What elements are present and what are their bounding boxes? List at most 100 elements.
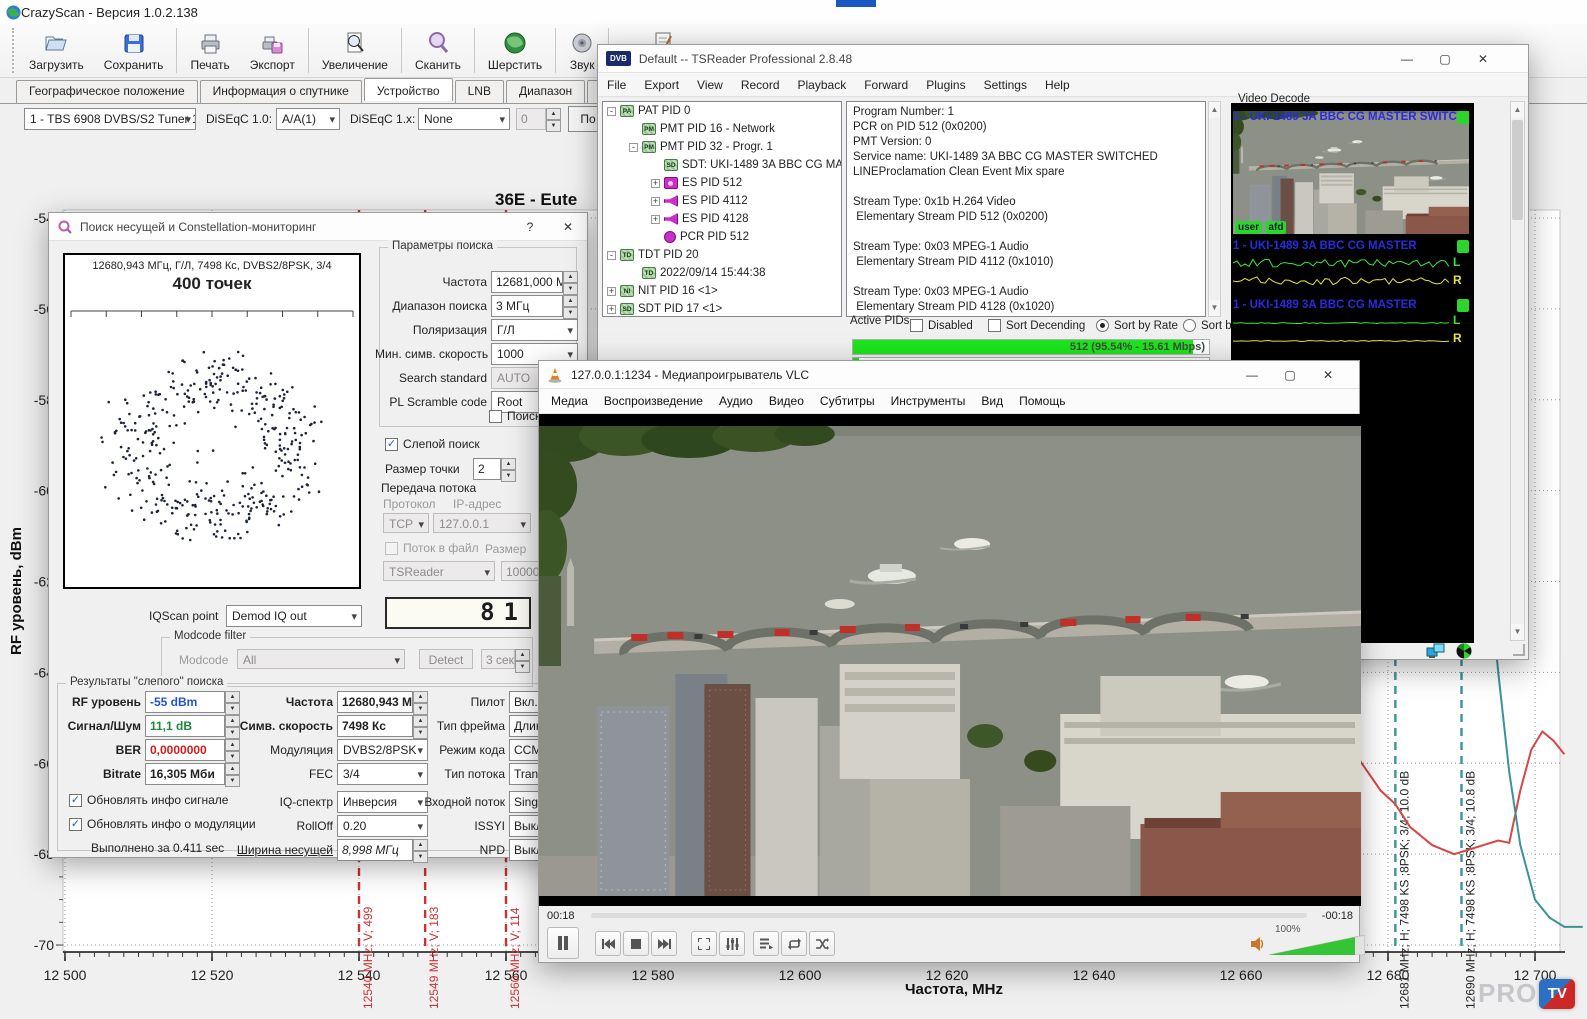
load-button[interactable]: Загрузить (19, 24, 94, 77)
update-signal-checkbox[interactable]: ✓Обновлять инфо сигнале (69, 793, 228, 807)
detect-interval-spinner[interactable]: ▲▼ (515, 649, 530, 669)
tree-expander[interactable]: - (629, 143, 638, 152)
menu-item[interactable]: File (598, 75, 635, 95)
disabled-checkbox[interactable]: Disabled (910, 319, 973, 332)
minimize-button[interactable]: — (1233, 364, 1271, 386)
pinwheel-status-icon[interactable] (1456, 643, 1472, 659)
tree-item[interactable]: PCR PID 512 (603, 228, 841, 246)
menu-item[interactable]: Воспроизведение (596, 391, 711, 411)
close-button[interactable]: ✕ (549, 216, 587, 238)
stop-button[interactable] (623, 931, 649, 956)
tree-item[interactable]: - TD TDT PID 20 (603, 246, 841, 264)
diseqc10-select[interactable]: A/A(1) (276, 108, 340, 130)
point-size-field[interactable]: 2 (473, 458, 501, 480)
tree-item[interactable]: PM PMT PID 16 - Network (603, 120, 841, 138)
search-checkbox[interactable]: Поиск (489, 409, 540, 423)
tree-item[interactable]: + ES PID 4128 (603, 210, 841, 228)
close-button[interactable]: ✕ (1464, 48, 1502, 70)
stream-format-select[interactable]: TSReader (383, 561, 495, 581)
tree-expander[interactable]: - (607, 107, 616, 116)
scroll-up-icon[interactable]: ▲ (1511, 102, 1524, 118)
tree-item[interactable]: + ES PID 4112 (603, 192, 841, 210)
tree-item[interactable]: TD 2022/09/14 15:44:38 (603, 264, 841, 282)
resize-grip[interactable] (1513, 644, 1525, 656)
port-field[interactable]: 0 (516, 108, 546, 130)
range-spinner[interactable]: ▲▼ (563, 295, 578, 317)
detect-interval-field[interactable]: 3 сек (481, 649, 515, 669)
tree-expander[interactable]: + (651, 197, 660, 206)
help-button[interactable]: ? (511, 216, 549, 238)
tab[interactable]: Устройство (364, 78, 453, 101)
pause-button[interactable] (547, 927, 579, 959)
sort-by-rate-radio[interactable]: Sort by Rate (1096, 319, 1178, 332)
video-area[interactable] (539, 414, 1361, 906)
tab[interactable]: Географическое положение (16, 80, 198, 103)
tree-expander[interactable]: + (651, 179, 660, 188)
tree-expander[interactable]: + (651, 215, 660, 224)
menu-item[interactable]: Вид (973, 391, 1011, 411)
scroll-up-icon[interactable]: ▲ (1209, 102, 1220, 118)
tree-item[interactable]: + SD SDT PID 17 <1> (603, 300, 841, 317)
extended-settings-button[interactable] (719, 931, 745, 956)
tree-expander[interactable]: - (607, 251, 616, 260)
network-monitors-icon[interactable] (1426, 643, 1446, 659)
next-button[interactable] (651, 931, 677, 956)
menu-item[interactable]: Settings (975, 75, 1036, 95)
modcode-select[interactable]: All (237, 649, 405, 669)
loop-button[interactable] (781, 931, 807, 956)
carrier-width-label[interactable]: Ширина несущей (227, 843, 333, 857)
modulation-select[interactable]: DVBS2/8PSK (337, 739, 428, 761)
menu-item[interactable]: Аудио (711, 391, 761, 411)
freq-field[interactable]: 12681,000 МГц (491, 271, 563, 293)
diseqc1x-select[interactable]: None (418, 108, 510, 130)
tree-expander[interactable]: + (607, 305, 616, 314)
tab[interactable]: LNB (455, 80, 504, 103)
iqscan-select[interactable]: Demod IQ out (226, 605, 362, 627)
tree-item[interactable]: - PM PMT PID 32 - Progr. 1 (603, 138, 841, 156)
playlist-button[interactable] (753, 931, 779, 956)
menu-item[interactable]: Forward (855, 75, 917, 95)
fullscreen-button[interactable] (691, 931, 717, 956)
menu-item[interactable]: Plugins (917, 75, 974, 95)
freq-spinner[interactable]: ▲▼ (563, 271, 578, 293)
port-spinner[interactable]: ▲▼ (546, 108, 561, 130)
info-scrollbar[interactable]: ▲ ▼ (1208, 101, 1221, 317)
menu-item[interactable]: Субтитры (812, 391, 883, 411)
update-modulation-checkbox[interactable]: ✓Обновлять инфо о модуляции (69, 817, 256, 831)
stream-to-file-checkbox[interactable]: Поток в файл (385, 541, 479, 555)
protocol-select[interactable]: TCP (383, 513, 429, 533)
random-button[interactable] (809, 931, 835, 956)
menu-item[interactable]: Export (635, 75, 688, 95)
blindscan-button[interactable]: Шерстить (478, 24, 552, 77)
tree-item[interactable]: - PA PAT PID 0 (603, 102, 841, 120)
menu-item[interactable]: Playback (789, 75, 856, 95)
tuner-select[interactable]: 1 - TBS 6908 DVBS/S2 Tuner 1 (24, 108, 196, 130)
tree-item[interactable]: SD SDT: UKI-1489 3A BBC CG MAS (603, 156, 841, 174)
point-size-spinner[interactable]: ▲▼ (501, 458, 516, 480)
previous-button[interactable] (595, 931, 621, 956)
tree-item[interactable]: + ES PID 512 (603, 174, 841, 192)
blind-search-checkbox[interactable]: ✓Слепой поиск (385, 437, 480, 451)
export-button[interactable]: Экспорт (240, 24, 305, 77)
menu-item[interactable]: Видео (761, 391, 812, 411)
tab[interactable]: Информация о спутнике (200, 80, 362, 103)
polarization-select[interactable]: Г/Л (491, 319, 578, 341)
video-decode-scrollbar[interactable]: ▲ ▼ (1510, 101, 1525, 641)
fec-select[interactable]: 3/4 (337, 763, 428, 785)
tree-item[interactable]: + NI NIT PID 16 <1> (603, 282, 841, 300)
print-button[interactable]: Печать (180, 24, 239, 77)
scroll-down-icon[interactable]: ▼ (1209, 300, 1220, 316)
tab[interactable]: Диапазон (506, 80, 585, 103)
maximize-button[interactable]: ▢ (1271, 364, 1309, 386)
maximize-button[interactable]: ▢ (1426, 48, 1464, 70)
menu-item[interactable]: Медиа (543, 391, 596, 411)
scan-button[interactable]: Сканить (405, 24, 471, 77)
range-field[interactable]: 3 МГц (491, 295, 563, 317)
save-button[interactable]: Сохранить (94, 24, 174, 77)
scroll-down-icon[interactable]: ▼ (1511, 624, 1524, 640)
sort-descending-checkbox[interactable]: Sort Decending (988, 319, 1085, 332)
menu-item[interactable]: Помощь (1011, 391, 1073, 411)
detect-button[interactable]: Detect (419, 649, 473, 669)
ip-select[interactable]: 127.0.0.1 (433, 513, 531, 533)
menu-item[interactable]: Help (1036, 75, 1079, 95)
